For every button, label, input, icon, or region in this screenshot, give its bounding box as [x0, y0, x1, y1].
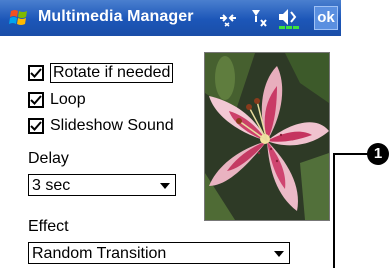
window-title: Multimedia Manager	[38, 8, 194, 25]
effect-value: Random Transition	[32, 245, 167, 262]
effect-dropdown[interactable]: Random Transition	[28, 242, 290, 264]
windows-start-icon[interactable]	[8, 8, 30, 28]
rotate-checkbox[interactable]	[28, 65, 44, 81]
image-preview	[204, 52, 330, 221]
rotate-label[interactable]: Rotate if needed	[50, 63, 174, 83]
callout-line	[333, 153, 369, 155]
title-bar: Multimedia Manager ok	[0, 0, 341, 36]
connectivity-icon[interactable]	[218, 9, 238, 32]
slideshow-sound-checkbox[interactable]	[28, 118, 44, 134]
callout-number: 1	[367, 143, 389, 165]
chevron-down-icon[interactable]	[274, 251, 284, 257]
slideshow-sound-label[interactable]: Slideshow Sound	[50, 117, 174, 135]
callout-line	[333, 153, 335, 268]
delay-dropdown[interactable]: 3 sec	[28, 174, 176, 196]
loop-label[interactable]: Loop	[50, 91, 86, 109]
delay-value: 3 sec	[32, 177, 71, 194]
slideshow-sound-option[interactable]: Slideshow Sound	[28, 115, 174, 137]
signal-icon[interactable]	[250, 8, 270, 33]
loop-option[interactable]: Loop	[28, 89, 86, 111]
delay-label: Delay	[28, 150, 69, 167]
volume-icon[interactable]	[277, 8, 311, 35]
ok-button[interactable]: ok	[314, 6, 338, 30]
rotate-option[interactable]: Rotate if needed	[28, 62, 174, 84]
chevron-down-icon[interactable]	[160, 183, 170, 189]
effect-label: Effect	[28, 218, 69, 235]
loop-checkbox[interactable]	[28, 92, 44, 108]
